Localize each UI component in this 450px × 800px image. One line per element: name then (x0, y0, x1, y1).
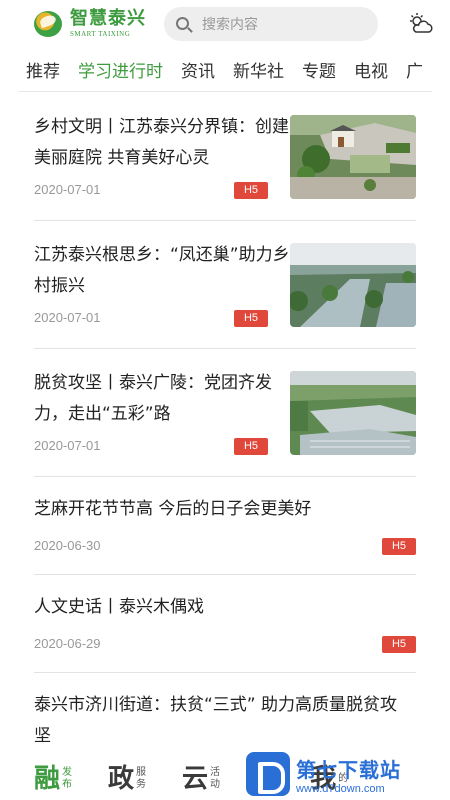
app-logo[interactable]: 智慧泰兴 SMART TAIXING (34, 9, 152, 39)
bottom-tab-publish[interactable]: 融 发布 (34, 766, 72, 792)
bottom-tab-sub: 发 (62, 767, 73, 778)
article-thumbnail-courtyard (290, 115, 416, 199)
bottom-tab-sub: 服 (136, 767, 147, 778)
article-item[interactable]: 脱贫攻坚丨泰兴广陵：党团齐发力，走出“五彩”路 2020-07-01 H5 (0, 348, 450, 477)
bottom-tab-sub: 动 (210, 779, 221, 790)
logo-subtitle: SMART TAIXING (70, 30, 131, 38)
h5-badge: H5 (234, 182, 268, 199)
tab-tv[interactable]: 电视 (354, 54, 388, 90)
tab-topics[interactable]: 专题 (302, 54, 336, 90)
search-placeholder: 搜索内容 (202, 17, 258, 33)
bottom-tab-char: 政 (108, 764, 135, 794)
article-title: 泰兴市济川街道：扶贫“三式” 助力高质量脱贫攻坚 (34, 695, 398, 746)
h5-badge: H5 (382, 636, 416, 653)
logo-emblem-icon (34, 9, 64, 39)
article-item[interactable]: 江苏泰兴根思乡：“凤还巢”助力乡村振兴 2020-07-01 H5 (0, 220, 450, 349)
article-title: 脱贫攻坚丨泰兴广陵：党团齐发力，走出“五彩”路 (34, 373, 272, 424)
article-date: 2020-06-29 (34, 636, 101, 651)
bottom-tab-sub: 布 (62, 779, 73, 790)
article-item[interactable]: 人文史话丨泰兴木偶戏 2020-06-29 H5 (0, 574, 450, 673)
category-tabs: 推荐 学习进行时 资讯 新华社 专题 电视 广 (0, 54, 450, 90)
tab-xinhua[interactable]: 新华社 (233, 54, 284, 90)
article-title: 乡村文明丨江苏泰兴分界镇：创建美丽庭院 共育美好心灵 (34, 117, 289, 168)
site-watermark: 第七下载站 www.d7down.com (246, 748, 446, 800)
logo-title: 智慧泰兴 (70, 8, 146, 29)
bottom-tab-sub: 务 (136, 779, 147, 790)
article-title: 芝麻开花节节高 今后的日子会更美好 (34, 499, 312, 519)
article-date: 2020-06-30 (34, 538, 101, 553)
watermark-url: www.d7down.com (296, 782, 385, 795)
tab-broadcast[interactable]: 广 (406, 54, 423, 90)
tab-recommend[interactable]: 推荐 (26, 54, 60, 90)
article-title: 人文史话丨泰兴木偶戏 (34, 597, 204, 617)
bottom-tab-sub: 活 (210, 767, 221, 778)
watermark-logo-icon (246, 752, 290, 796)
h5-badge: H5 (234, 310, 268, 327)
article-thumbnail-river (290, 243, 416, 327)
article-list: 乡村文明丨江苏泰兴分界镇：创建美丽庭院 共育美好心灵 2020-07-01 H5… (0, 92, 450, 770)
search-input[interactable]: 搜索内容 (164, 7, 378, 41)
h5-badge: H5 (234, 438, 268, 455)
article-date: 2020-07-01 (34, 310, 101, 325)
article-title: 江苏泰兴根思乡：“凤还巢”助力乡村振兴 (34, 245, 290, 296)
tab-news[interactable]: 资讯 (181, 54, 215, 90)
article-date: 2020-07-01 (34, 182, 101, 197)
weather-icon[interactable] (408, 11, 434, 37)
h5-badge: H5 (382, 538, 416, 555)
article-item[interactable]: 乡村文明丨江苏泰兴分界镇：创建美丽庭院 共育美好心灵 2020-07-01 H5 (0, 92, 450, 221)
bottom-tab-char: 云 (182, 764, 209, 794)
tab-study[interactable]: 学习进行时 (78, 54, 163, 90)
article-item[interactable]: 芝麻开花节节高 今后的日子会更美好 2020-06-30 H5 (0, 476, 450, 575)
search-icon (176, 17, 189, 30)
bottom-tab-char: 融 (34, 764, 61, 794)
watermark-name: 第七下载站 (296, 757, 401, 782)
bottom-tab-service[interactable]: 政 服务 (108, 766, 146, 792)
bottom-tab-activity[interactable]: 云 活动 (182, 766, 220, 792)
app-header: 智慧泰兴 SMART TAIXING 搜索内容 (0, 0, 450, 48)
article-thumbnail-greenhouse (290, 371, 416, 455)
article-date: 2020-07-01 (34, 438, 101, 453)
